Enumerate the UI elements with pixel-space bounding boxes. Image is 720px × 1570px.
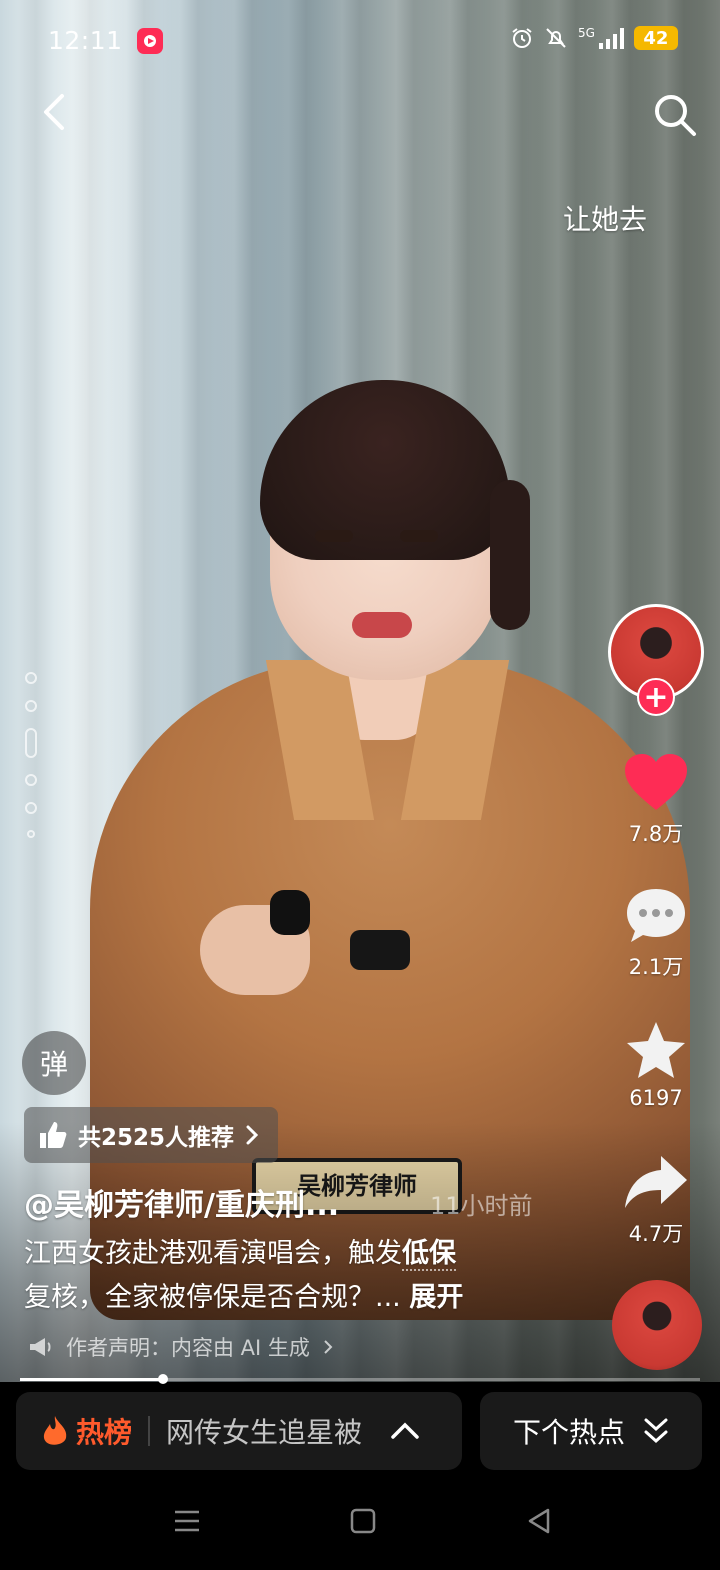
next-hot-label: 下个热点 (512, 1416, 625, 1449)
chevron-right-icon (324, 1340, 333, 1354)
back-nav-icon[interactable] (522, 1504, 556, 1538)
video-feed-screen: 吴柳芳律师 12:11 5G 42 让她去 + 7.8万 2.1万 6197 4… (0, 0, 720, 1570)
star-icon (627, 1022, 685, 1078)
recommend-bar[interactable]: 共2525人推荐 (24, 1107, 279, 1163)
author-name[interactable]: @吴柳芳律师/重庆刑... (24, 1180, 339, 1224)
battery-icon: 42 (633, 26, 678, 50)
network-type: 5G (578, 26, 595, 40)
alarm-icon (512, 28, 532, 48)
hot-list-bar[interactable]: 热榜 网传女生追星被 (16, 1392, 462, 1470)
app-notification-icon (137, 28, 163, 54)
share-icon (625, 1156, 687, 1208)
caption-keyword[interactable]: 低保 (402, 1238, 456, 1271)
search-icon[interactable] (650, 90, 698, 138)
chevron-up-icon[interactable] (390, 1421, 420, 1441)
ai-declaration-text: 作者声明：内容由 AI 生成 (66, 1336, 310, 1360)
menu-icon[interactable] (170, 1504, 204, 1538)
like-count: 7.8万 (628, 822, 684, 846)
double-chevron-down-icon (644, 1418, 668, 1444)
follow-button[interactable]: + (637, 678, 675, 716)
megaphone-icon (30, 1338, 51, 1356)
chevron-right-icon (246, 1125, 259, 1145)
progress-fill (20, 1378, 163, 1381)
back-icon[interactable] (34, 90, 78, 134)
danmaku-label: 弹 (39, 1048, 68, 1081)
share-count: 4.7万 (628, 1222, 684, 1246)
favorite-count: 6197 (629, 1086, 683, 1110)
signal-icon (598, 27, 624, 49)
comment-icon (627, 889, 685, 942)
caption-text-2: 复核，全家被停保是否合规？... (24, 1282, 401, 1313)
video-overlay-text: 让她去 (563, 203, 648, 236)
mute-icon (546, 28, 566, 48)
caption-text-1: 江西女孩赴港观看演唱会，触发 (24, 1238, 402, 1269)
heart-icon (625, 754, 687, 810)
status-indicators: 5G 42 (510, 26, 678, 50)
video-caption[interactable]: 江西女孩赴港观看演唱会，触发低保 复核，全家被停保是否合规？... 展开 (24, 1232, 584, 1320)
thumbs-up-icon (40, 1122, 67, 1148)
share-button[interactable]: 4.7万 (620, 1152, 692, 1248)
divider (148, 1416, 151, 1446)
hot-topic-text[interactable]: 网传女生追星被 (166, 1411, 376, 1451)
hot-list-title: 热榜 (76, 1416, 133, 1449)
music-disc[interactable] (612, 1280, 702, 1370)
danmaku-toggle[interactable]: 弹 (22, 1031, 86, 1095)
fire-icon (43, 1416, 67, 1445)
next-hot-button[interactable]: 下个热点 (480, 1392, 702, 1470)
progress-handle[interactable] (157, 1374, 168, 1384)
home-icon[interactable] (346, 1504, 380, 1538)
playback-progress[interactable] (20, 1374, 700, 1384)
expand-button[interactable]: 展开 (409, 1282, 463, 1313)
swipe-indicator (22, 672, 40, 854)
ai-declaration[interactable]: 作者声明：内容由 AI 生成 (28, 1332, 334, 1362)
system-navigation-bar (0, 1470, 720, 1570)
status-time: 12:11 (48, 26, 123, 55)
like-button[interactable]: 7.8万 (620, 752, 692, 848)
recommend-label: 共2525人推荐 (78, 1125, 235, 1151)
favorite-button[interactable]: 6197 (620, 1020, 692, 1110)
comment-count: 2.1万 (628, 955, 684, 979)
post-time: 11小时前 (430, 1192, 533, 1220)
comment-button[interactable]: 2.1万 (620, 885, 692, 981)
